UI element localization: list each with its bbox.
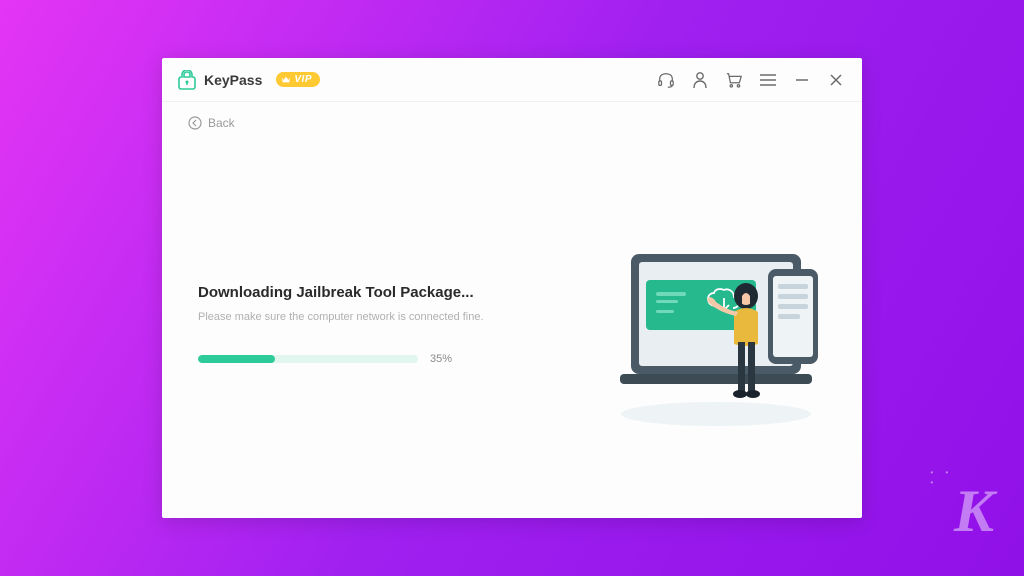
body: Back Downloading Jailbreak Tool Package.… — [162, 102, 862, 518]
app-window: KeyPass VIP — [162, 58, 862, 518]
logo: KeyPass VIP — [178, 70, 320, 90]
minimize-icon[interactable] — [792, 70, 812, 90]
watermark-letter: K — [954, 478, 994, 544]
progress-label: 35% — [430, 353, 452, 365]
progress-row: 35% — [198, 353, 556, 365]
content: Downloading Jailbreak Tool Package... Pl… — [188, 130, 836, 498]
cart-icon[interactable] — [724, 70, 744, 90]
vip-label: VIP — [294, 74, 312, 85]
menu-icon[interactable] — [758, 70, 778, 90]
progress-bar — [198, 355, 418, 363]
lock-icon — [178, 70, 196, 90]
vip-badge: VIP — [276, 72, 320, 87]
crown-icon — [281, 76, 291, 84]
watermark: ∙ ∙∙ K — [954, 477, 994, 546]
subtext: Please make sure the computer network is… — [198, 311, 556, 323]
back-button[interactable]: Back — [188, 116, 235, 130]
close-icon[interactable] — [826, 70, 846, 90]
back-label: Back — [208, 116, 235, 130]
window-controls — [656, 70, 846, 90]
back-arrow-icon — [188, 116, 202, 130]
app-title: KeyPass — [204, 72, 262, 88]
user-icon[interactable] — [690, 70, 710, 90]
progress-panel: Downloading Jailbreak Tool Package... Pl… — [188, 284, 556, 365]
support-icon[interactable] — [656, 70, 676, 90]
heading: Downloading Jailbreak Tool Package... — [198, 284, 556, 301]
titlebar: KeyPass VIP — [162, 58, 862, 102]
illustration — [576, 214, 836, 434]
progress-fill — [198, 355, 275, 363]
